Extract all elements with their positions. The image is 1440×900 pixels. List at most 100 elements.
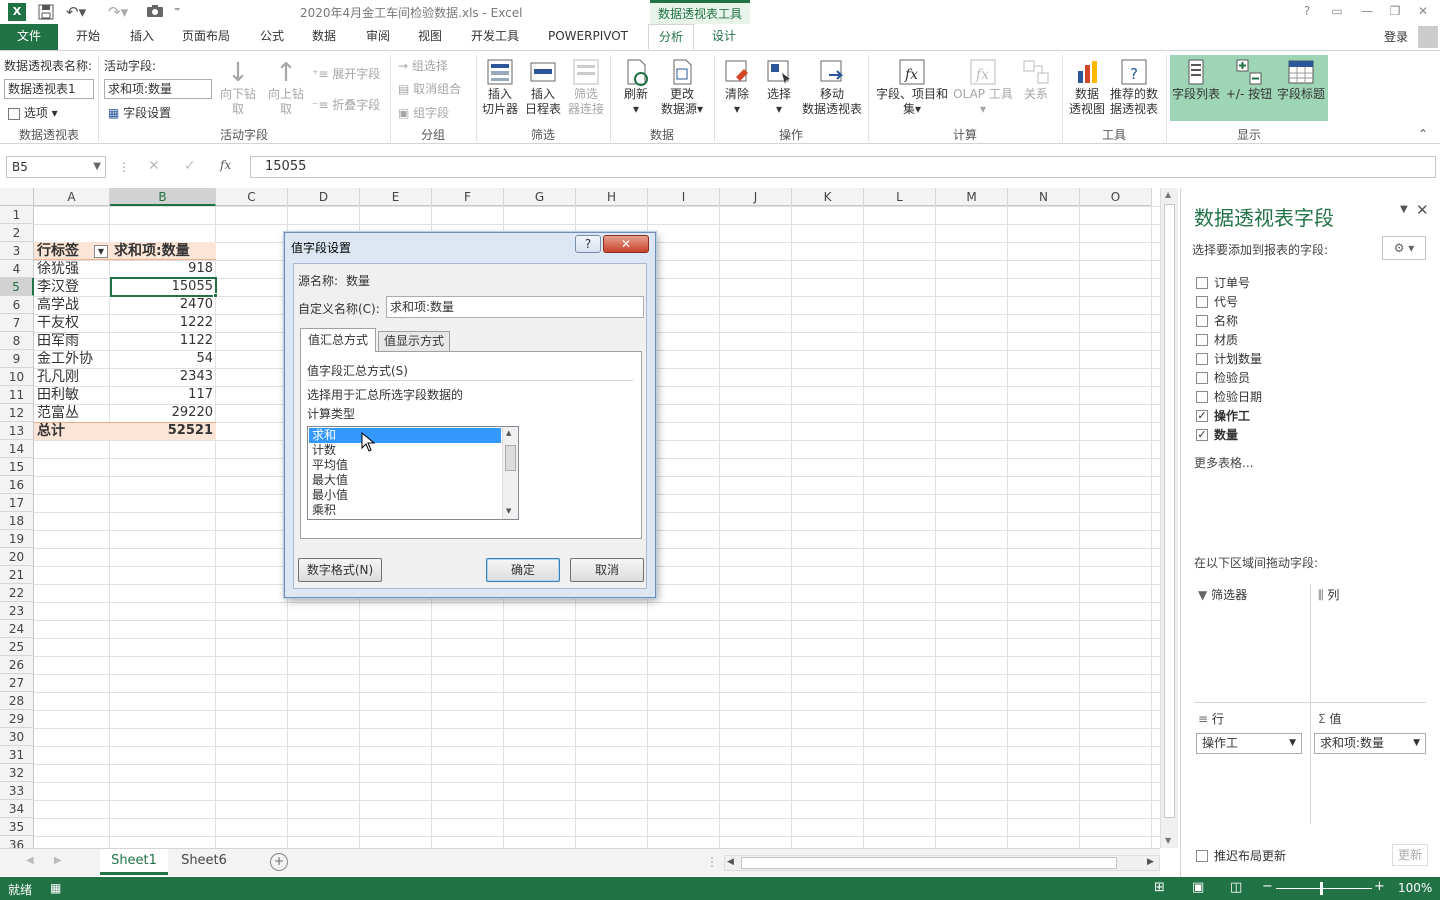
list-scroll-down-icon[interactable]: ▼ (506, 507, 511, 515)
scroll-right-icon[interactable]: ▶ (1147, 857, 1154, 867)
macro-record-icon[interactable]: ▦ (50, 881, 61, 895)
tab-show-values-as[interactable]: 值显示方式 (378, 331, 450, 352)
recommended-pivot-button[interactable]: ? 推荐的数 据透视表 (1108, 57, 1160, 117)
tab-data[interactable]: 数据 (300, 24, 348, 50)
tab-page-layout[interactable]: 页面布局 (172, 24, 240, 50)
row-header[interactable]: 21 (0, 566, 34, 584)
row-header[interactable]: 2 (0, 224, 34, 242)
options-button[interactable]: 选项 ▾ (8, 104, 58, 121)
pivot-chart-button[interactable]: 数据 透视图 (1066, 57, 1108, 117)
checkbox[interactable] (1196, 390, 1208, 403)
row-header[interactable]: 34 (0, 800, 34, 818)
checkbox[interactable] (1196, 314, 1208, 327)
column-header[interactable]: A (34, 188, 110, 206)
tab-file[interactable]: 文件 (0, 24, 58, 50)
confirm-entry-icon[interactable]: ✓ (184, 158, 196, 174)
insert-timeline-button[interactable]: 插入 日程表 (522, 57, 564, 117)
row-header[interactable]: 13 (0, 422, 34, 440)
save-icon[interactable] (38, 4, 54, 20)
row-header[interactable]: 33 (0, 782, 34, 800)
tab-review[interactable]: 审阅 (354, 24, 402, 50)
column-header[interactable]: F (432, 188, 504, 206)
sheet-tab-sheet6[interactable]: Sheet6 (170, 849, 238, 875)
column-header[interactable]: L (864, 188, 936, 206)
next-sheet-icon[interactable]: ▶ (54, 855, 62, 866)
row-header[interactable]: 18 (0, 512, 34, 530)
tab-summarize-by[interactable]: 值汇总方式 (300, 328, 376, 352)
add-sheet-icon[interactable]: + (270, 853, 288, 871)
undo-icon[interactable]: ↶▾ (66, 3, 86, 21)
refresh-button[interactable]: 刷新 ▾ (618, 57, 654, 117)
close-icon[interactable]: ✕ (1410, 2, 1436, 20)
row-header[interactable]: 22 (0, 584, 34, 602)
expand-field-button[interactable]: ⁺≡ 展开字段 (312, 65, 380, 82)
qat-customize-icon[interactable]: ⁼ (174, 4, 180, 18)
calc-type-listbox[interactable]: 求和 计数 平均值 最大值 最小值 乘积 ▲ ▼ (307, 426, 519, 520)
checkbox[interactable] (1196, 333, 1208, 346)
number-format-button[interactable]: 数字格式(N) (298, 558, 382, 582)
collapse-field-button[interactable]: ⁻≡ 折叠字段 (312, 96, 380, 113)
olap-tools-button[interactable]: fx OLAP 工具 ▾ (950, 57, 1016, 117)
column-header[interactable]: B (110, 188, 216, 206)
ungroup-button[interactable]: ▤ 取消组合 (398, 80, 461, 97)
plus-minus-buttons-button[interactable]: +/- 按钮 (1222, 57, 1276, 102)
ok-button[interactable]: 确定 (486, 558, 560, 582)
checkbox[interactable]: ✓ (1196, 409, 1208, 422)
layout-settings-button[interactable]: ⚙ ▾ (1382, 236, 1426, 260)
pane-close-icon[interactable]: ✕ (1416, 201, 1429, 219)
vertical-scrollbar[interactable]: ▲ ▼ (1160, 188, 1178, 848)
avatar[interactable] (1418, 26, 1438, 48)
restore-icon[interactable]: ❐ (1382, 2, 1408, 20)
row-header[interactable]: 10 (0, 368, 34, 386)
login-link[interactable]: 登录 (1384, 28, 1408, 45)
scroll-down-icon[interactable]: ▼ (1165, 836, 1171, 845)
minimize-icon[interactable]: — (1354, 2, 1380, 20)
rows-area[interactable]: ≡ 行 (1198, 710, 1224, 727)
column-header[interactable]: I (648, 188, 720, 206)
row-header[interactable]: 28 (0, 692, 34, 710)
zoom-in-icon[interactable]: + (1374, 879, 1385, 894)
column-header[interactable]: J (720, 188, 792, 206)
active-field-input[interactable]: 求和项:数量 (104, 79, 212, 99)
formula-input[interactable]: 15055 (250, 156, 1436, 178)
calc-type-option[interactable]: 求和 (309, 428, 501, 443)
columns-area[interactable]: ⫼ 列 (1318, 586, 1339, 603)
field-headers-button[interactable]: 字段标题 (1274, 57, 1328, 102)
tab-home[interactable]: 开始 (64, 24, 112, 50)
field-settings-button[interactable]: ▦ 字段设置 (108, 104, 171, 121)
row-header[interactable]: 32 (0, 764, 34, 782)
ribbon-display-icon[interactable]: ▭ (1324, 2, 1350, 20)
checkbox[interactable] (1196, 295, 1208, 308)
page-layout-view-icon[interactable]: ▣ (1192, 880, 1204, 895)
row-header[interactable]: 9 (0, 350, 34, 368)
filter-connections-button[interactable]: 筛选 器连接 (566, 57, 606, 117)
column-header[interactable]: O (1080, 188, 1152, 206)
list-scroll-up-icon[interactable]: ▲ (506, 429, 511, 437)
update-button[interactable]: 更新 (1392, 844, 1428, 866)
values-field-dropdown[interactable]: 求和项:数量 ▼ (1314, 733, 1426, 754)
tab-splitter[interactable]: ⋮ (706, 855, 718, 869)
column-header[interactable]: H (576, 188, 648, 206)
row-header[interactable]: 30 (0, 728, 34, 746)
column-header[interactable]: E (360, 188, 432, 206)
redo-icon[interactable]: ↷▾ (108, 3, 128, 21)
row-header[interactable]: 17 (0, 494, 34, 512)
row-header[interactable]: 24 (0, 620, 34, 638)
field-list-button[interactable]: 字段列表 (1170, 57, 1222, 102)
group-field-button[interactable]: ▣ 组字段 (398, 104, 449, 121)
name-box[interactable]: B5 ▼ (6, 156, 106, 178)
field-checkbox-item[interactable]: 代号 (1196, 293, 1238, 312)
rows-field-dropdown[interactable]: 操作工 ▼ (1196, 733, 1302, 754)
insert-function-icon[interactable]: fx (220, 158, 231, 172)
row-header[interactable]: 3 (0, 242, 34, 260)
prev-sheet-icon[interactable]: ◀ (26, 855, 34, 866)
row-header[interactable]: 26 (0, 656, 34, 674)
custom-name-input[interactable]: 求和项:数量 (386, 296, 644, 318)
zoom-level[interactable]: 100% (1398, 881, 1432, 895)
select-button[interactable]: 选择 ▾ (760, 57, 798, 117)
row-header[interactable]: 23 (0, 602, 34, 620)
camera-icon[interactable] (146, 4, 164, 18)
tab-view[interactable]: 视图 (406, 24, 454, 50)
row-header[interactable]: 20 (0, 548, 34, 566)
row-header[interactable]: 4 (0, 260, 34, 278)
